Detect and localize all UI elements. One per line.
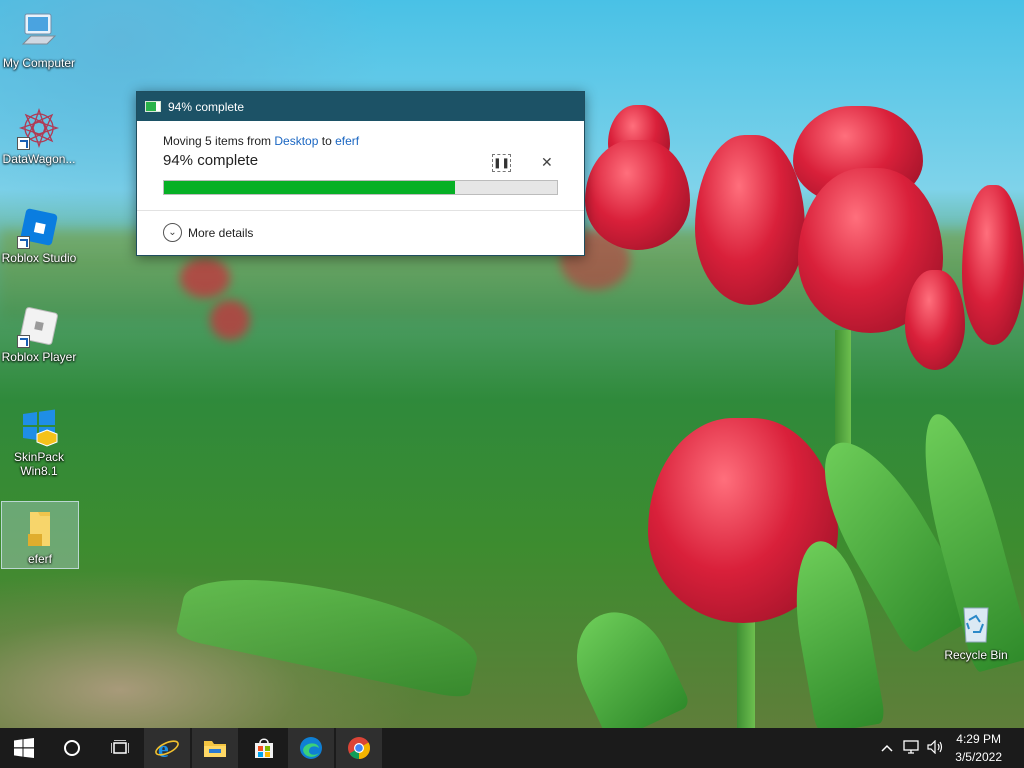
clock-date: 3/5/2022 [955, 750, 1002, 764]
show-hidden-icons-button[interactable] [881, 741, 893, 755]
start-button[interactable] [0, 728, 48, 768]
desktop-icon-label: Roblox Player [1, 350, 77, 364]
task-view-button[interactable] [96, 728, 144, 768]
shortcut-arrow-icon [17, 236, 30, 249]
desktop-icon-roblox-player[interactable]: Roblox Player [1, 304, 77, 364]
task-view-icon [111, 740, 129, 754]
wallpaper-bg-flower [180, 258, 230, 298]
system-tray: 4:29 PM 3/5/2022 [881, 728, 1024, 768]
wallpaper-tulip [695, 135, 805, 305]
progress-window-icon [145, 101, 161, 112]
source-folder-link[interactable]: Desktop [274, 134, 318, 148]
taskbar-app-store[interactable] [240, 728, 288, 768]
desktop-icon-skinpack[interactable]: SkinPack Win8.1 [1, 404, 77, 478]
desktop-icon-recycle-bin[interactable]: Recycle Bin [938, 602, 1014, 662]
chevron-down-icon: ⌄ [163, 223, 182, 242]
roblox-player-icon [17, 304, 61, 348]
volume-icon [927, 739, 943, 754]
network-button[interactable] [903, 739, 919, 757]
desktop-icon-label: Recycle Bin [944, 648, 1008, 662]
windows-logo-icon [17, 404, 61, 448]
move-description: Moving 5 items from Desktop to eferf [163, 134, 558, 148]
computer-icon [17, 10, 61, 54]
cancel-button[interactable]: ✕ [541, 154, 553, 171]
svg-text:e: e [158, 737, 169, 761]
search-icon [64, 740, 80, 756]
file-move-dialog[interactable]: 94% complete Moving 5 items from Desktop… [136, 91, 585, 256]
desktop-icon-eferf[interactable]: eferf [1, 501, 79, 569]
chrome-icon [348, 737, 370, 759]
destination-folder-link[interactable]: eferf [335, 134, 359, 148]
move-description-to: to [321, 134, 332, 148]
dialog-title: 94% complete [168, 99, 245, 114]
dialog-titlebar[interactable]: 94% complete [137, 92, 584, 121]
close-icon: ✕ [541, 154, 553, 170]
datawagon-icon [17, 106, 61, 150]
file-explorer-icon [204, 741, 226, 757]
taskbar-app-file-explorer[interactable] [192, 728, 238, 768]
desktop-icon-label: DataWagon... [2, 152, 76, 166]
taskbar-clock[interactable]: 4:29 PM 3/5/2022 [955, 730, 1002, 766]
search-button[interactable] [48, 728, 96, 768]
taskbar-app-edge[interactable] [288, 728, 334, 768]
store-icon [255, 738, 273, 758]
desktop-icon-label: My Computer [2, 56, 76, 70]
more-details-toggle[interactable]: ⌄ More details [163, 223, 253, 242]
wallpaper-stem [737, 610, 755, 728]
edge-icon [300, 737, 322, 759]
dialog-divider [137, 210, 584, 211]
move-description-prefix: Moving 5 items from [163, 134, 272, 148]
pause-icon: ❚❚ [493, 157, 510, 169]
network-icon [903, 739, 919, 754]
wallpaper-tulip [585, 140, 690, 250]
taskbar-app-chrome[interactable] [336, 728, 382, 768]
shortcut-arrow-icon [17, 137, 30, 150]
desktop-icon-label: Roblox Studio [1, 251, 77, 265]
internet-explorer-icon: e [155, 737, 179, 761]
wallpaper-tulip [905, 270, 965, 370]
desktop-icon-label: eferf [27, 552, 52, 566]
wallpaper-stem [835, 330, 851, 450]
wallpaper-leaf [558, 596, 692, 728]
desktop-icon-roblox-studio[interactable]: Roblox Studio [1, 205, 77, 265]
recycle-bin-icon [954, 602, 998, 646]
taskbar-app-internet-explorer[interactable]: e [144, 728, 190, 768]
progress-bar [163, 180, 558, 195]
pause-button[interactable]: ❚❚ [492, 154, 511, 172]
start-icon [14, 738, 34, 758]
desktop-icon-datawagon[interactable]: DataWagon... [1, 106, 77, 166]
wallpaper-bg-flower [210, 300, 250, 340]
taskbar: e 4:29 PM 3/5/2022 [0, 728, 1024, 768]
more-details-label: More details [188, 225, 254, 240]
chevron-up-icon [881, 744, 893, 752]
shortcut-arrow-icon [17, 335, 30, 348]
progress-bar-fill [164, 181, 455, 194]
roblox-studio-icon [17, 205, 61, 249]
folder-icon [18, 506, 62, 550]
volume-button[interactable] [927, 739, 945, 757]
wallpaper-tulip [962, 185, 1024, 345]
desktop-icon-label: SkinPack Win8.1 [14, 450, 65, 478]
desktop-icon-my-computer[interactable]: My Computer [1, 10, 77, 70]
clock-time: 4:29 PM [956, 732, 1001, 746]
